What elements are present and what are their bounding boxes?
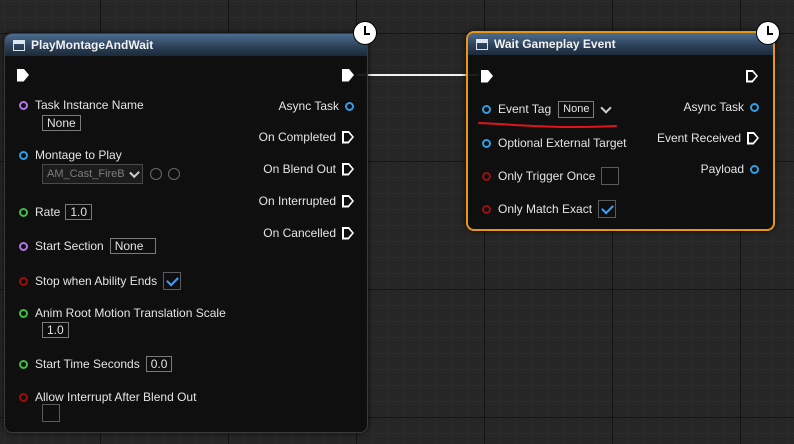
task-instance-name-field[interactable]: None [42,115,81,131]
on-completed-label: On Completed [258,130,336,144]
rate-label: Rate [35,205,61,219]
montage-asset-dropdown[interactable]: AM_Cast_FireB [42,164,143,184]
exec-input-pin[interactable] [17,68,29,82]
anim-root-motion-label: Anim Root Motion Translation Scale [35,306,226,320]
async-task-output-label: Async Task [683,100,744,114]
chevron-down-icon[interactable] [600,101,613,114]
event-received-label: Event Received [656,131,741,145]
exec-wire [357,74,479,76]
on-cancelled-label: On Cancelled [263,226,336,240]
optional-external-target-pin[interactable] [482,138,491,148]
stop-when-ability-ends-checkbox[interactable] [163,272,182,290]
function-icon [13,39,25,51]
only-match-exact-label: Only Match Exact [498,202,593,216]
clock-icon [756,21,780,45]
start-time-seconds-label: Start Time Seconds [35,357,140,371]
event-received-exec-pin[interactable] [747,131,759,145]
optional-external-target-label: Optional External Target [498,136,627,150]
start-section-pin[interactable] [19,241,28,251]
event-tag-label: Event Tag [498,102,552,116]
montage-to-play-pin[interactable] [19,150,28,160]
start-section-label: Start Section [35,239,104,253]
chevron-down-icon [128,167,140,178]
on-cancelled-exec-pin[interactable] [342,226,354,240]
payload-output-pin[interactable] [750,164,759,174]
node-title: Wait Gameplay Event [494,37,616,51]
allow-interrupt-label: Allow Interrupt After Blend Out [35,390,197,404]
exec-output-pin[interactable] [746,69,758,83]
clock-icon [353,21,377,45]
allow-interrupt-checkbox[interactable] [42,404,60,422]
anim-root-motion-pin[interactable] [19,308,28,318]
rate-pin[interactable] [19,207,28,217]
rate-field[interactable]: 1.0 [65,204,93,220]
on-blend-out-exec-pin[interactable] [342,162,354,176]
task-instance-name-label: Task Instance Name [35,98,144,112]
only-match-exact-checkbox[interactable] [598,200,617,218]
anim-root-motion-field[interactable]: 1.0 [42,322,69,338]
only-trigger-once-checkbox[interactable] [601,167,620,185]
only-match-exact-pin[interactable] [482,204,491,214]
start-time-seconds-field[interactable]: 0.0 [145,356,173,372]
function-icon [476,38,488,50]
async-task-output-pin[interactable] [750,102,759,112]
event-tag-field[interactable]: None [558,100,595,118]
red-underline-annotation [478,122,617,129]
node-header[interactable]: Wait Gameplay Event [468,33,773,55]
on-completed-exec-pin[interactable] [342,130,354,144]
play-montage-and-wait-node[interactable]: PlayMontageAndWait Task Instance Name No… [4,33,368,433]
on-interrupted-exec-pin[interactable] [342,194,354,208]
node-title: PlayMontageAndWait [31,38,154,52]
task-instance-name-pin[interactable] [19,100,28,110]
start-section-field[interactable]: None [109,238,156,254]
allow-interrupt-pin[interactable] [19,392,28,402]
only-trigger-once-label: Only Trigger Once [498,169,596,183]
async-task-output-label: Async Task [278,99,339,113]
exec-input-pin[interactable] [481,69,493,83]
montage-asset-value: AM_Cast_FireB [47,168,125,180]
start-time-seconds-pin[interactable] [19,359,28,369]
only-trigger-once-pin[interactable] [482,171,491,181]
async-task-output-pin[interactable] [345,101,354,111]
on-interrupted-label: On Interrupted [258,194,336,208]
search-icon[interactable] [168,168,180,180]
stop-when-ability-ends-label: Stop when Ability Ends [35,274,158,288]
exec-output-pin[interactable] [342,68,354,82]
on-blend-out-label: On Blend Out [263,162,336,176]
event-tag-pin[interactable] [482,104,491,114]
montage-to-play-label: Montage to Play [35,148,122,162]
node-header[interactable]: PlayMontageAndWait [5,34,367,56]
payload-label: Payload [700,162,744,176]
stop-when-ability-ends-pin[interactable] [19,276,28,286]
arrow-left-icon[interactable] [150,168,162,180]
